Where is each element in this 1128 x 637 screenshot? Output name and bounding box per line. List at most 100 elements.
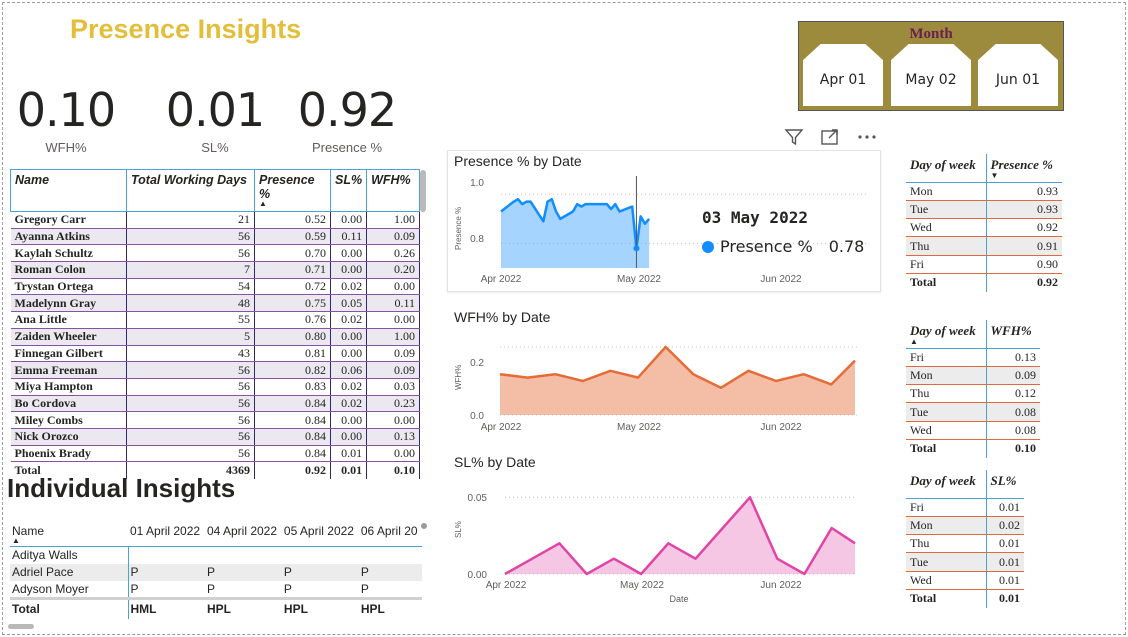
dow-wfh-table: Day of week ▲ WFH% Fri 0.13 Mon 0.09 Thu 0.1… — [906, 320, 1040, 458]
table-row[interactable]: Finnegan Gilbert 43 0.81 0.00 0.09 — [10, 345, 420, 363]
table-row[interactable]: Thu 0.12 — [906, 384, 1040, 404]
month-slicer-header: Month — [909, 26, 953, 42]
tooltip-value: 0.78 — [828, 237, 865, 256]
hover-point — [633, 245, 640, 252]
wfh-by-date-chart[interactable]: WFH% by Date WFH% 0.2 0.0 Apr 2022 May 2… — [447, 305, 881, 435]
sort-descending-icon: ▼ — [990, 171, 999, 180]
x-tick-label: May 2022 — [620, 580, 664, 591]
table-total-row: Total 0.01 — [906, 588, 1024, 608]
table-row[interactable]: Mon 0.93 — [906, 182, 1062, 201]
matrix-scroll-indicator[interactable] — [421, 523, 427, 529]
col-day-of-week[interactable]: Day of week — [906, 154, 986, 183]
y-tick-label: 0.00 — [468, 570, 488, 581]
table-row[interactable]: Tue 0.08 — [906, 402, 1040, 422]
table-row[interactable]: Thu 0.01 — [906, 534, 1024, 554]
matrix-row[interactable]: Aditya Walls — [10, 546, 422, 564]
table-total-row: Total 0.92 — [906, 272, 1062, 292]
filter-icon[interactable] — [784, 128, 804, 146]
col-wfh[interactable]: WFH% — [366, 169, 420, 212]
sl-by-date-chart[interactable]: SL% by Date SL% 0.05 0.00 Apr 2022 May 2… — [447, 450, 881, 610]
dow-sl-table: Day of week SL% Fri 0.01 Mon 0.02 Thu 0.01 … — [906, 470, 1024, 608]
table-row[interactable]: Emma Freeman 56 0.82 0.06 0.09 — [10, 361, 420, 379]
matrix-row[interactable]: Adyson Moyer P P P P — [10, 581, 422, 599]
tooltip-date: 03 May 2022 — [702, 208, 808, 227]
table-row[interactable]: Fri 0.90 — [906, 255, 1062, 274]
table-row[interactable]: Phoenix Brady 56 0.84 0.01 0.00 — [10, 445, 420, 463]
x-tick-label: Jun 2022 — [760, 274, 802, 285]
sort-ascending-icon: ▲ — [12, 536, 20, 545]
table-row[interactable]: Trystan Ortega 54 0.72 0.02 0.00 — [10, 278, 420, 296]
chart-title: Presence % by Date — [454, 153, 582, 169]
table-row[interactable]: Kaylah Schultz 56 0.70 0.00 0.26 — [10, 244, 420, 263]
col-sl[interactable]: SL% — [985, 470, 1024, 499]
table-row[interactable]: Zaiden Wheeler 5 0.80 0.00 1.00 — [10, 328, 420, 346]
table-row[interactable]: Thu 0.91 — [906, 236, 1062, 256]
table-row[interactable]: Miley Combs 56 0.84 0.00 0.00 — [10, 411, 420, 429]
individual-matrix: Name ▲ 01 April 2022 04 April 2022 05 Apr… — [10, 520, 422, 619]
table-row[interactable]: Wed 0.08 — [906, 421, 1040, 440]
col-name[interactable]: Name ▲ — [10, 520, 128, 547]
focus-mode-icon[interactable] — [820, 128, 840, 146]
table-row[interactable]: Gregory Carr 21 0.52 0.00 1.00 — [10, 211, 420, 229]
series-area — [505, 497, 855, 574]
table-row[interactable]: Fri 0.01 — [906, 498, 1024, 517]
col-date[interactable]: 06 April 20 — [358, 520, 422, 547]
legend-dot-icon — [702, 240, 714, 253]
y-tick-label: 0.2 — [470, 358, 484, 369]
more-options-icon[interactable] — [856, 128, 878, 146]
kpi-wfh-label: WFH% — [45, 140, 87, 155]
dow-presence-table: Day of week Presence % ▼ Mon 0.93 Tue 0.93 … — [906, 154, 1062, 292]
x-tick-label: Apr 2022 — [486, 580, 527, 591]
table-row[interactable]: Wed 0.92 — [906, 218, 1062, 238]
sort-ascending-icon: ▲ — [259, 199, 267, 208]
table-row[interactable]: Ana Little 55 0.76 0.02 0.00 — [10, 311, 420, 329]
y-tick-label: 0.0 — [470, 411, 484, 422]
x-tick-label: Apr 2022 — [481, 422, 522, 433]
sort-ascending-icon: ▲ — [910, 337, 918, 346]
dow-sl-header: Day of week SL% — [906, 470, 1024, 499]
table-row[interactable]: Nick Orozco 56 0.84 0.00 0.13 — [10, 428, 420, 446]
table-vertical-scrollbar[interactable] — [420, 170, 426, 212]
table-row[interactable]: Madelynn Gray 48 0.75 0.05 0.11 — [10, 294, 420, 313]
kpi-sl-label: SL% — [201, 140, 229, 155]
col-sl[interactable]: SL% — [330, 169, 368, 212]
col-day-of-week[interactable]: Day of week ▲ — [906, 320, 986, 349]
col-date[interactable]: 04 April 2022 — [204, 520, 282, 547]
table-row[interactable]: Roman Colon 7 0.71 0.00 0.20 — [10, 261, 420, 279]
table-row[interactable]: Tue 0.01 — [906, 552, 1024, 572]
month-chip-apr[interactable]: Apr 01 — [803, 44, 883, 106]
matrix-total-row: Total HML HPL HPL HPL — [10, 597, 422, 619]
individual-matrix-header: Name ▲ 01 April 2022 04 April 2022 05 Apr… — [10, 520, 422, 547]
table-row[interactable]: Wed 0.01 — [906, 571, 1024, 590]
y-axis-label: Presence % — [454, 207, 463, 250]
table-row[interactable]: Ayanna Atkins 56 0.59 0.11 0.09 — [10, 228, 420, 246]
y-tick-label: 1.0 — [470, 178, 484, 189]
table-row[interactable]: Miya Hampton 56 0.83 0.02 0.03 — [10, 378, 420, 396]
tooltip-series-name: Presence % — [720, 237, 813, 256]
table-row[interactable]: Mon 0.02 — [906, 516, 1024, 536]
table-total-row: Total 0.10 — [906, 438, 1040, 458]
col-day-of-week[interactable]: Day of week — [906, 470, 986, 499]
col-date[interactable]: 01 April 2022 — [128, 520, 205, 547]
dow-wfh-header: Day of week ▲ WFH% — [906, 320, 1040, 349]
table-row[interactable]: Fri 0.13 — [906, 348, 1040, 367]
month-chip-jun[interactable]: Jun 01 — [978, 44, 1058, 106]
col-date[interactable]: 05 April 2022 — [281, 520, 359, 547]
table-row[interactable]: Bo Cordova 56 0.84 0.02 0.23 — [10, 395, 420, 413]
col-wfh[interactable]: WFH% — [985, 320, 1040, 349]
table-row[interactable]: Mon 0.09 — [906, 366, 1040, 386]
matrix-horizontal-scrollbar[interactable] — [8, 624, 34, 629]
col-total-working-days[interactable]: Total Working Days — [126, 169, 255, 212]
dow-presence-header: Day of week Presence % ▼ — [906, 154, 1062, 183]
y-tick-label: 0.8 — [470, 234, 484, 245]
month-chip-may[interactable]: May 02 — [891, 44, 971, 106]
chart-title: SL% by Date — [454, 454, 536, 470]
employee-table-header: Name Total Working Days Presence % ▲ SL% … — [10, 169, 420, 212]
col-presence[interactable]: Presence % ▲ — [254, 169, 331, 212]
table-row[interactable]: Tue 0.93 — [906, 200, 1062, 220]
presence-by-date-chart[interactable]: Presence % by Date Presence % 1.0 0.8 Ap… — [447, 150, 881, 292]
col-presence[interactable]: Presence % ▼ — [985, 154, 1062, 183]
col-name[interactable]: Name — [10, 169, 127, 212]
matrix-row[interactable]: Adriel Pace P P P P — [10, 563, 422, 581]
individual-insights-title: Individual Insights — [7, 473, 236, 503]
